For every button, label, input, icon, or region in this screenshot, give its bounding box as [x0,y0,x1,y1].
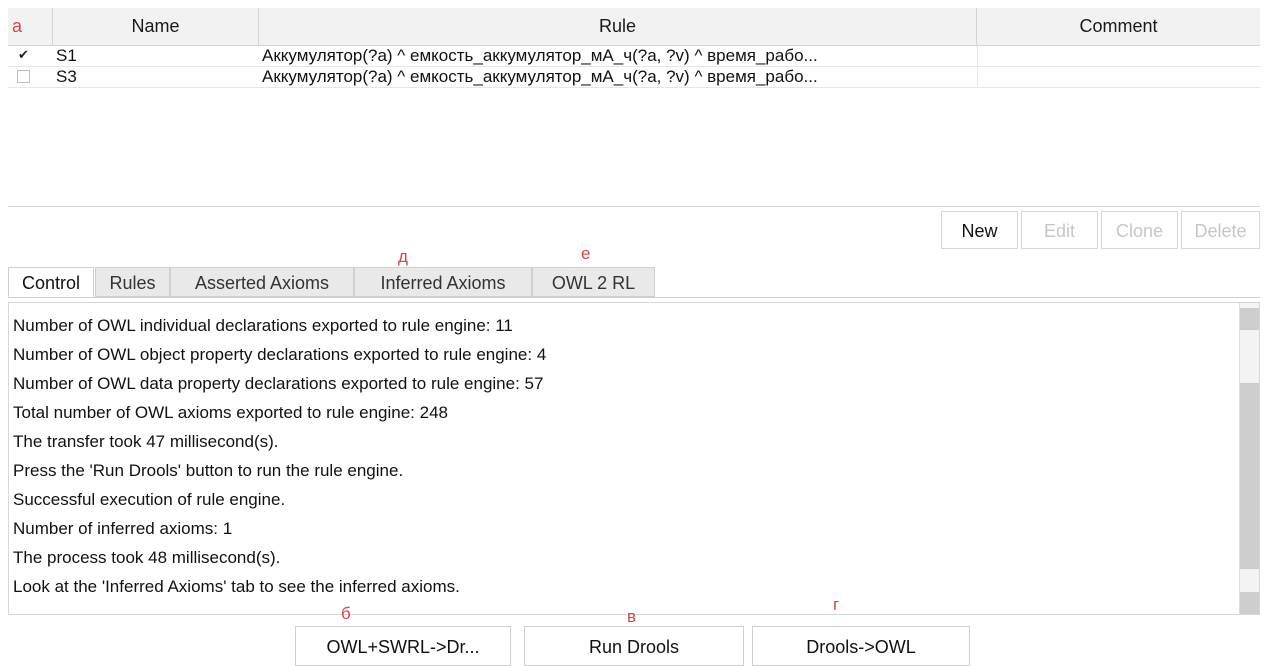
marker-v: в [627,607,637,626]
marker-e: е [581,244,591,263]
table-row[interactable]: S3 Аккумулятор(?a) ^ емкость_аккумулятор… [8,67,1260,88]
table-row[interactable]: ✔ S1 Аккумулятор(?a) ^ емкость_аккумулят… [8,46,1260,67]
tab-bar: Control Rules Asserted Axioms Inferred A… [8,267,1260,298]
clone-button[interactable]: Clone [1101,211,1178,249]
rule-text: Аккумулятор(?a) ^ емкость_аккумулятор_мА… [262,67,818,86]
console-scrollbar[interactable] [1239,303,1259,614]
delete-button[interactable]: Delete [1181,211,1260,249]
table-header: а Name Rule Comment [8,8,1260,46]
console-line: Number of OWL individual declarations ex… [13,316,513,335]
tab-inferred-axioms[interactable]: Inferred Axioms [354,267,532,297]
console-line: Number of OWL object property declaratio… [13,345,547,364]
console-line: Press the 'Run Drools' button to run the… [13,461,404,480]
owl-to-drools-button[interactable]: OWL+SWRL->Dr... [295,626,511,666]
console-line: Successful execution of rule engine. [13,490,286,509]
rules-table: а Name Rule Comment ✔ S1 Аккумулятор(?a)… [8,8,1260,207]
rule-name: S3 [56,67,77,86]
console-line: Number of OWL data property declarations… [13,374,544,393]
new-button[interactable]: New [941,211,1018,249]
console-line: Look at the 'Inferred Axioms' tab to see… [13,577,460,596]
column-header-rule[interactable]: Rule [259,8,977,45]
console-line: Total number of OWL axioms exported to r… [13,403,448,422]
rule-name: S1 [56,46,77,65]
tab-rules[interactable]: Rules [95,267,170,297]
rule-comment [977,46,1260,66]
console-line: The transfer took 47 millisecond(s). [13,432,279,451]
marker-d: д [398,247,408,266]
tab-owl2rl[interactable]: OWL 2 RL [532,267,655,297]
column-header-name[interactable]: Name [53,8,259,45]
scroll-thumb[interactable] [1240,383,1259,569]
drools-to-owl-button[interactable]: Drools->OWL [752,626,970,666]
scroll-up-button[interactable] [1240,308,1259,330]
edit-button[interactable]: Edit [1021,211,1098,249]
console-line: Number of inferred axioms: 1 [13,519,233,538]
rule-text: Аккумулятор(?a) ^ емкость_аккумулятор_мА… [262,46,818,65]
marker-g: г [833,595,840,614]
run-drools-button[interactable]: Run Drools [524,626,744,666]
rule-enabled-checkbox[interactable]: ✔ [17,48,30,62]
marker-b: б [341,604,351,623]
rule-comment [977,67,1260,87]
marker-a: а [8,8,53,45]
console-line: The process took 48 millisecond(s). [13,548,281,567]
tab-asserted-axioms[interactable]: Asserted Axioms [170,267,354,297]
tab-control[interactable]: Control [8,267,94,297]
console-output: Number of OWL individual declarations ex… [8,302,1260,615]
rule-enabled-checkbox[interactable] [17,70,30,83]
scroll-down-button[interactable] [1240,592,1259,614]
column-header-comment[interactable]: Comment [977,8,1260,45]
